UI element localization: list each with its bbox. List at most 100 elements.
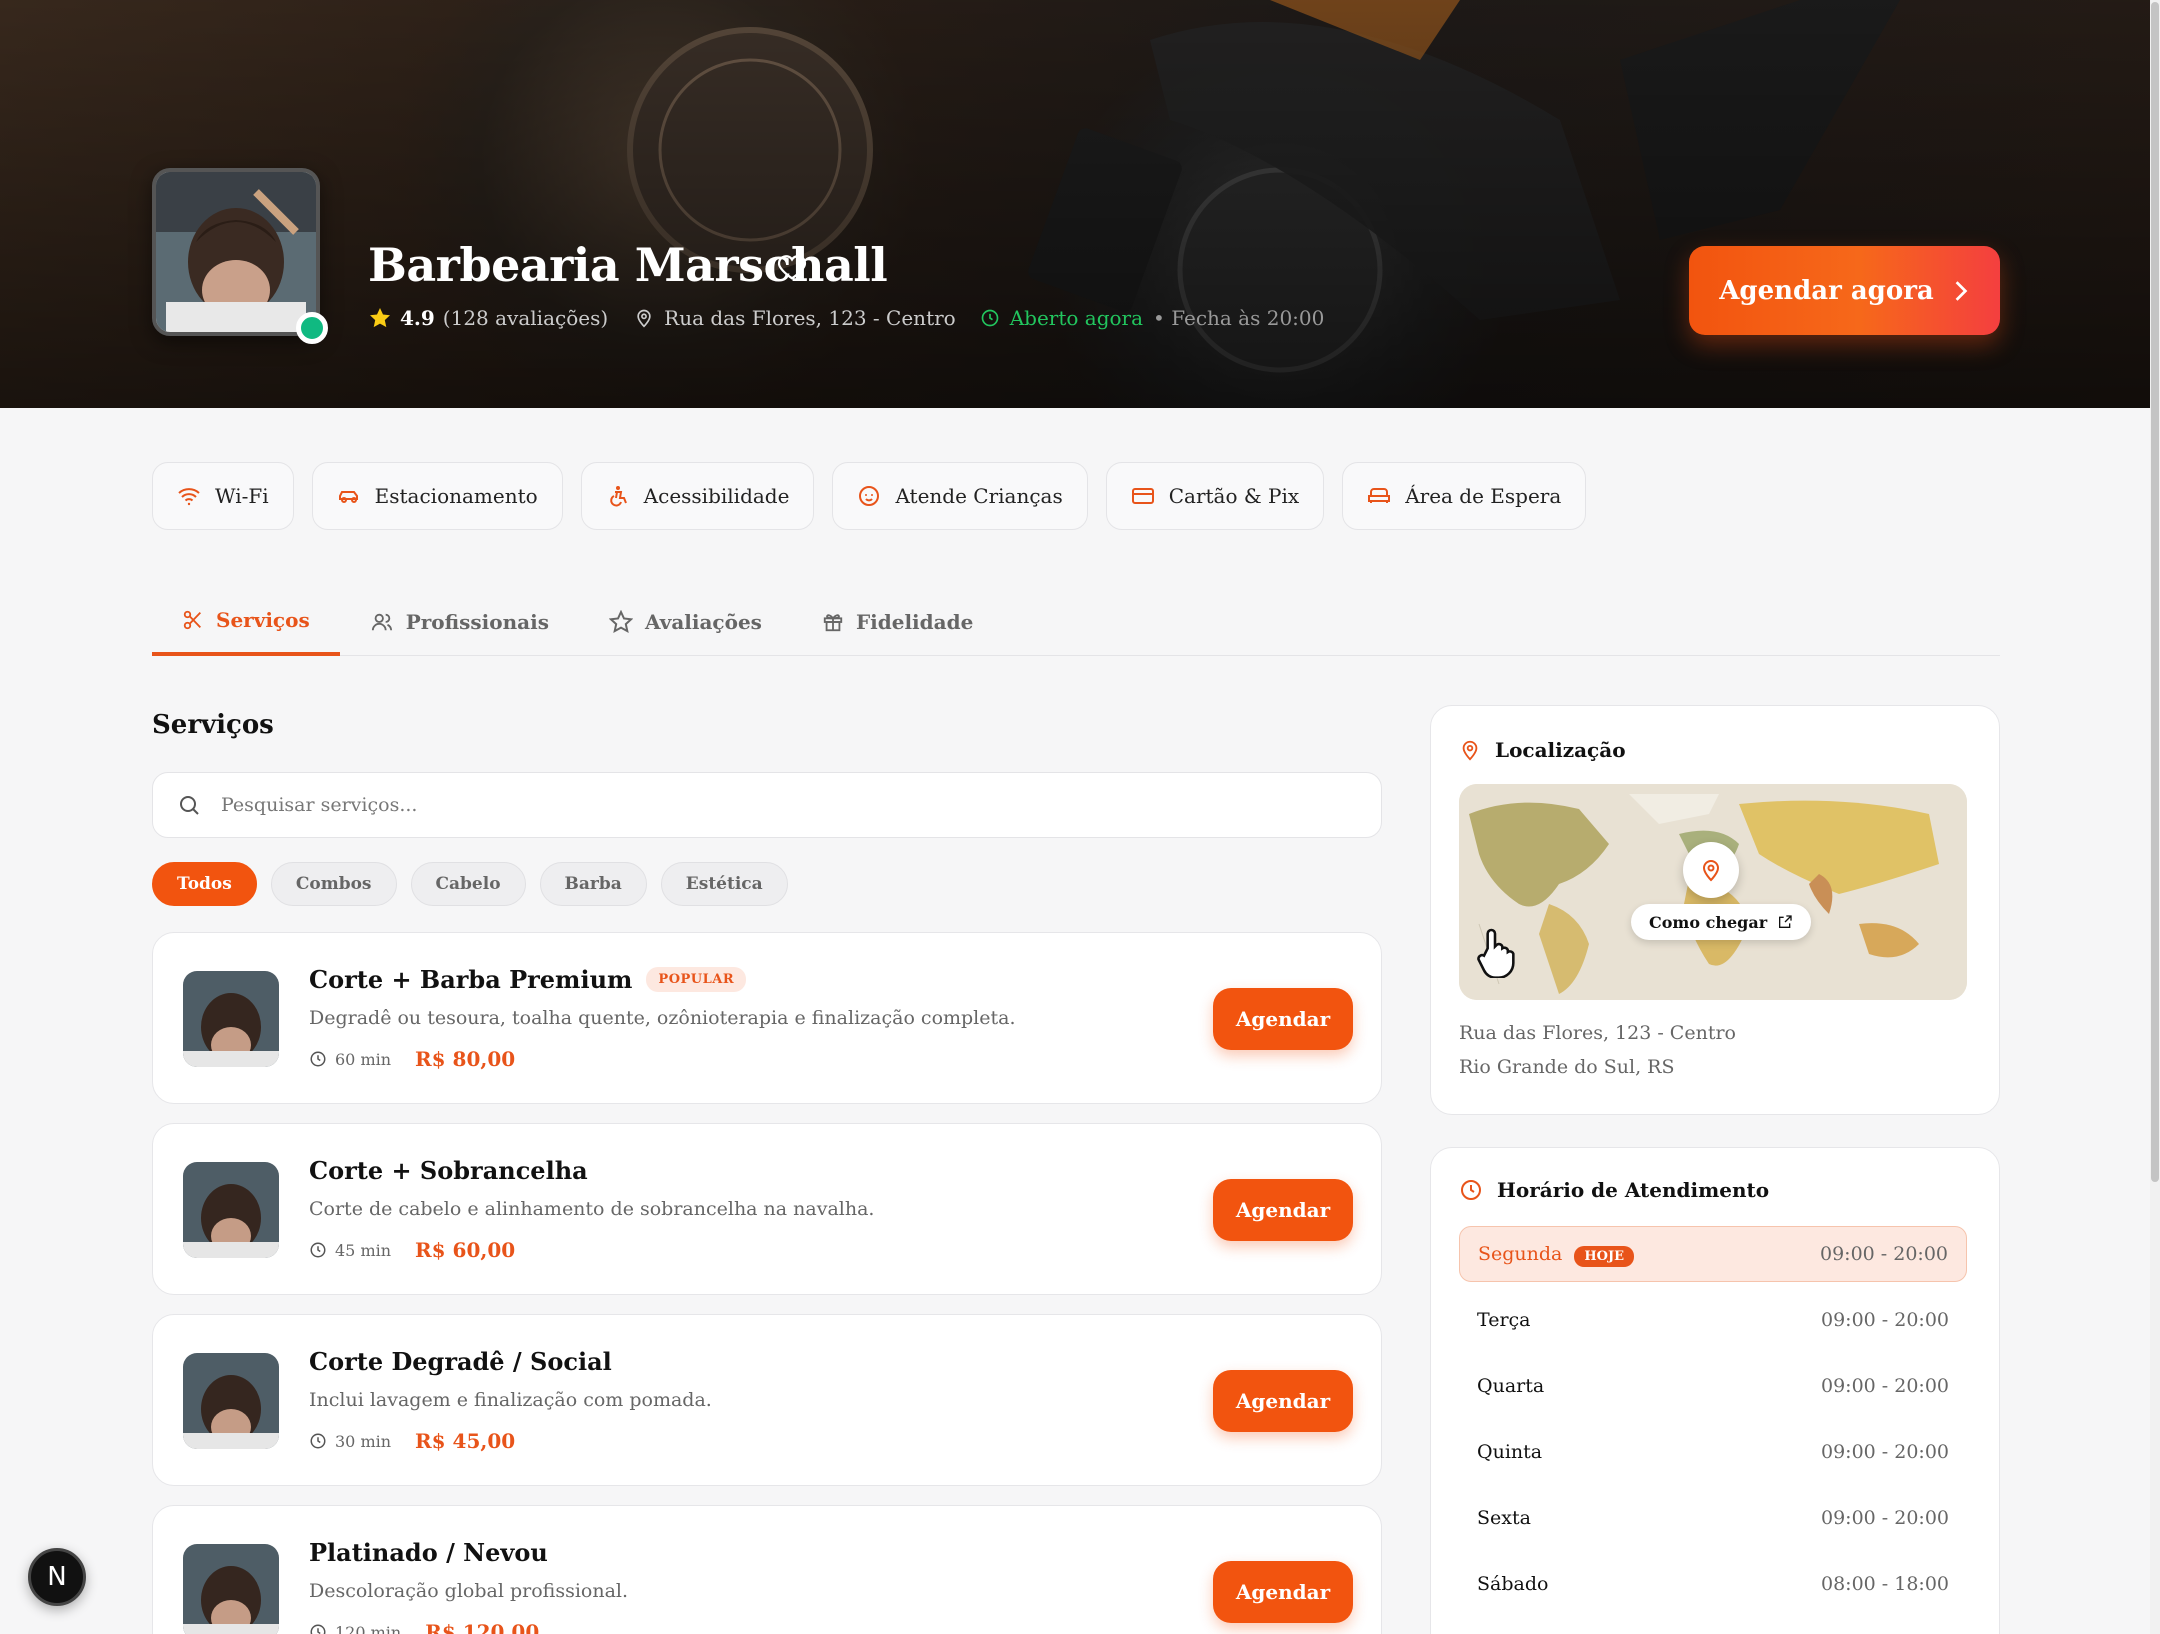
open-status-text: Aberto agora: [1009, 306, 1144, 330]
tab-label: Fidelidade: [855, 610, 974, 634]
directions-button[interactable]: Como chegar: [1631, 904, 1812, 940]
clock-icon: [310, 1624, 326, 1634]
search-icon: [180, 796, 199, 815]
hours-row-today: Segunda HOJE 09:00 - 20:00: [1459, 1226, 1967, 1282]
services-title: Serviços: [152, 710, 274, 740]
service-name-text: Corte Degradê / Social: [309, 1347, 612, 1376]
hours-time: 09:00 - 20:00: [1820, 1441, 1949, 1463]
amenity-label: Wi-Fi: [215, 484, 269, 508]
tab-professionals[interactable]: Profissionais: [340, 588, 579, 656]
book-service-button[interactable]: Agendar: [1213, 1561, 1353, 1623]
users-icon: [371, 613, 392, 631]
clock-icon: [310, 1242, 326, 1258]
service-search[interactable]: [152, 772, 1382, 838]
book-service-button[interactable]: Agendar: [1213, 988, 1353, 1050]
amenity-label: Área de Espera: [1405, 484, 1562, 508]
filter-all[interactable]: Todos: [152, 862, 257, 906]
service-card: Platinado / Nevou Descoloração global pr…: [152, 1505, 1382, 1634]
service-name: Platinado / Nevou: [309, 1538, 548, 1567]
book-now-button[interactable]: Agendar agora: [1689, 246, 2000, 335]
address-line-1: Rua das Flores, 123 - Centro: [1459, 1022, 1736, 1044]
service-name: Corte + Sobrancelha: [309, 1156, 588, 1185]
chevron-right-icon: [1955, 280, 1968, 301]
search-input[interactable]: [221, 794, 1321, 816]
service-card: Corte + Barba Premium POPULAR Degradê ou …: [152, 932, 1382, 1104]
shop-address: Rua das Flores, 123 - Centro: [634, 306, 956, 330]
rating-value: 4.9: [400, 306, 435, 330]
dev-tools-badge[interactable]: N: [28, 1548, 86, 1606]
today-badge: HOJE: [1574, 1246, 1635, 1267]
amenity-children: Atende Crianças: [832, 462, 1088, 530]
hours-time: 09:00 - 20:00: [1820, 1375, 1949, 1397]
service-price: R$ 120,00: [425, 1620, 540, 1634]
day-name: Terça: [1477, 1309, 1531, 1331]
service-card: Corte Degradê / Social Inclui lavagem e …: [152, 1314, 1382, 1486]
amenity-label: Estacionamento: [374, 484, 538, 508]
accessibility-icon: [609, 486, 627, 507]
day-name: Quarta: [1477, 1375, 1545, 1397]
amenity-label: Atende Crianças: [895, 484, 1063, 508]
scissors-icon: [183, 610, 201, 630]
shop-address-text: Rua das Flores, 123 - Centro: [664, 306, 956, 330]
clock-icon: [981, 309, 999, 327]
day-name: Sexta: [1477, 1507, 1531, 1529]
service-duration: 120 min: [335, 1622, 402, 1634]
amenity-label: Cartão & Pix: [1168, 484, 1300, 508]
service-price: R$ 60,00: [415, 1238, 516, 1262]
tab-reviews[interactable]: Avaliações: [579, 588, 792, 656]
clock-icon: [310, 1051, 326, 1067]
filter-aesthetics[interactable]: Estética: [660, 862, 788, 906]
book-service-button[interactable]: Agendar: [1213, 1370, 1353, 1432]
filter-hair[interactable]: Cabelo: [410, 862, 526, 906]
shop-name: Barbearia Marschall: [368, 238, 888, 292]
hours-row: Quarta 09:00 - 20:00: [1459, 1358, 1967, 1414]
car-icon: [338, 491, 358, 503]
service-name-text: Corte + Barba Premium: [309, 965, 633, 994]
service-description: Inclui lavagem e finalização com pomada.: [309, 1389, 712, 1411]
amenities-list: Wi-Fi Estacionamento Acessibilidade Aten…: [152, 462, 1587, 530]
baby-icon: [859, 486, 880, 506]
service-duration: 45 min: [335, 1240, 392, 1260]
hours-time: 09:00 - 20:00: [1820, 1309, 1949, 1331]
open-status: Aberto agora: [980, 306, 1143, 330]
hand-cursor-icon: [1477, 928, 1515, 978]
service-duration: 30 min: [335, 1431, 392, 1451]
favorite-heart-icon[interactable]: [776, 252, 808, 282]
filter-combos[interactable]: Combos: [270, 862, 397, 906]
service-thumbnail: [183, 1162, 279, 1258]
hours-row: Sexta 09:00 - 20:00: [1459, 1490, 1967, 1546]
hours-time: 09:00 - 20:00: [1819, 1243, 1948, 1265]
service-info: 60 min R$ 80,00: [309, 1047, 515, 1071]
service-description: Corte de cabelo e alinhamento de sobranc…: [309, 1198, 875, 1220]
credit-card-icon: [1131, 488, 1154, 504]
filter-beard[interactable]: Barba: [539, 862, 647, 906]
hours-title: Horário de Atendimento: [1459, 1178, 1769, 1202]
online-status-dot: [296, 312, 328, 344]
address-line-2: Rio Grande do Sul, RS: [1459, 1056, 1675, 1078]
tab-label: Serviços: [216, 608, 310, 632]
day-name: Segunda: [1478, 1243, 1563, 1265]
amenity-wifi: Wi-Fi: [152, 462, 294, 530]
scrollbar-thumb[interactable]: [2151, 2, 2159, 1182]
service-price: R$ 80,00: [415, 1047, 516, 1071]
map-pin-icon: [1702, 860, 1720, 882]
clock-icon: [310, 1433, 326, 1449]
service-name-text: Corte + Sobrancelha: [309, 1156, 588, 1185]
service-info: 120 min R$ 120,00: [309, 1620, 539, 1634]
day-name: Quinta: [1477, 1441, 1543, 1463]
tab-label: Avaliações: [644, 610, 762, 634]
service-card: Corte + Sobrancelha Corte de cabelo e al…: [152, 1123, 1382, 1295]
review-count: (128 avaliações): [442, 306, 609, 330]
book-service-button[interactable]: Agendar: [1213, 1179, 1353, 1241]
tab-loyalty[interactable]: Fidelidade: [792, 588, 1003, 656]
directions-label: Como chegar: [1649, 912, 1768, 932]
book-now-label: Agendar agora: [1719, 275, 1934, 306]
location-map[interactable]: Como chegar: [1459, 784, 1967, 1000]
services-list: Corte + Barba Premium POPULAR Degradê ou …: [152, 932, 1382, 1634]
tab-services[interactable]: Serviços: [152, 588, 340, 656]
amenity-accessibility: Acessibilidade: [580, 462, 815, 530]
map-pin-icon: [1462, 740, 1478, 761]
closing-time: • Fecha às 20:00: [1153, 306, 1325, 330]
page-scrollbar[interactable]: [2150, 0, 2160, 1634]
hours-card: Horário de Atendimento Segunda HOJE 09:00…: [1430, 1147, 2000, 1634]
